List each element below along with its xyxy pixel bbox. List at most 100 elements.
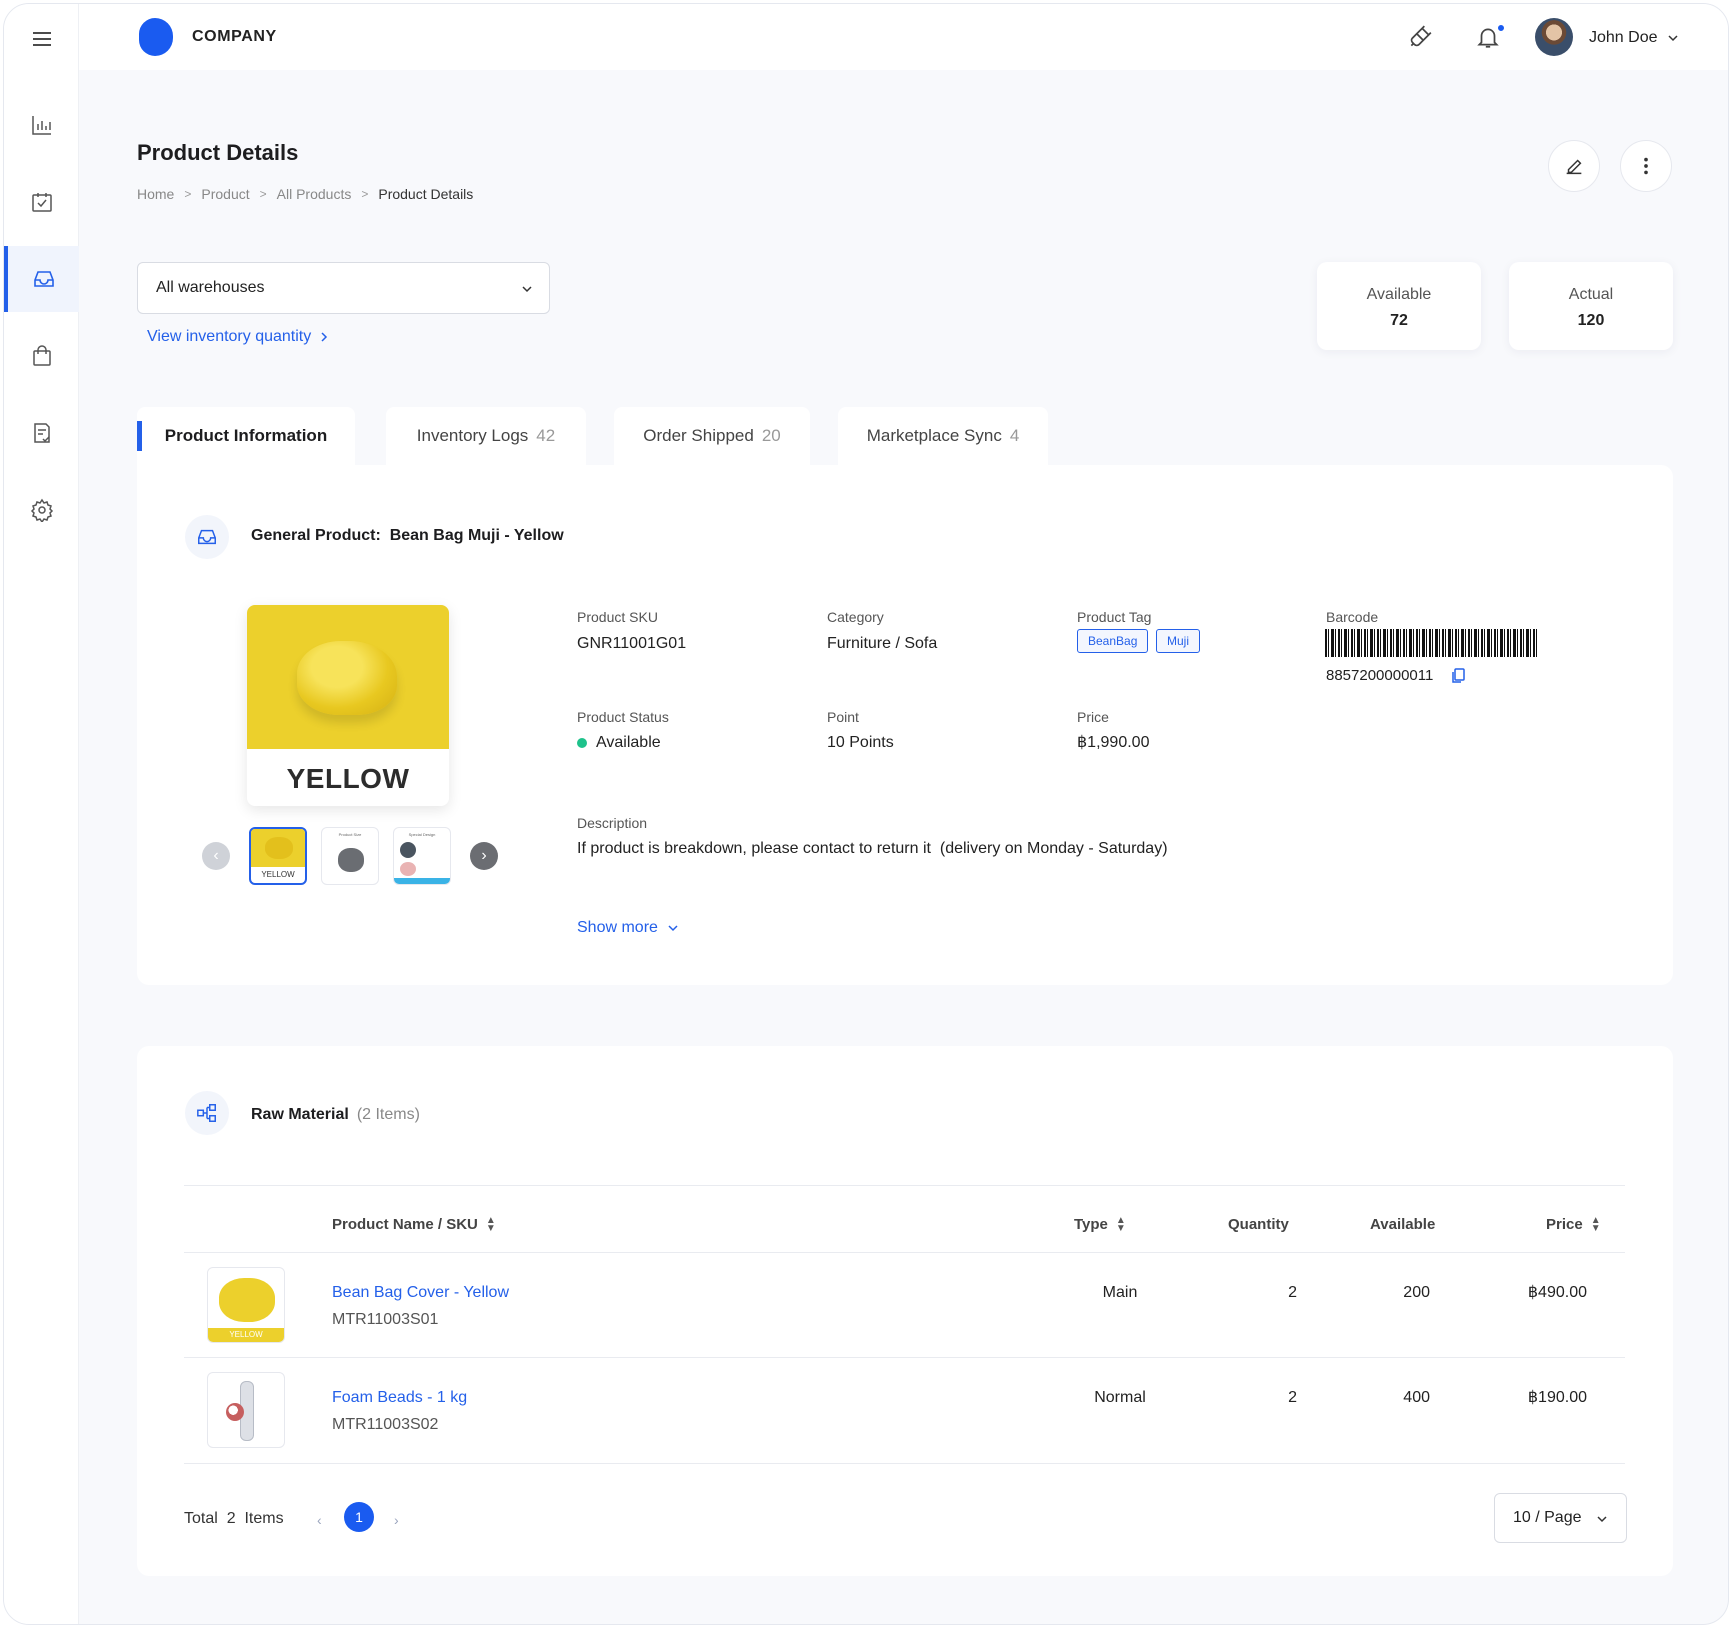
company-name: COMPANY [192,28,277,45]
point-value: 10 Points [827,734,894,751]
shopping-bag-icon[interactable] [4,323,79,389]
material-name-link[interactable]: Foam Beads - 1 kg [332,1389,467,1407]
material-type: Normal [1094,1389,1146,1406]
available-label: Available [1366,286,1432,303]
chevron-down-icon [668,925,678,932]
material-sku: MTR11003S01 [332,1311,439,1328]
calendar-check-icon[interactable] [4,169,79,235]
material-name-link[interactable]: Bean Bag Cover - Yellow [332,1284,509,1302]
column-product-name[interactable]: Product Name / SKU ▲ ▼ [332,1215,496,1233]
chevron-right-icon: > [184,187,192,201]
material-sku: MTR11003S02 [332,1416,439,1433]
page-title: Product Details [137,140,299,165]
pagination-total: Total 2 Items [184,1510,284,1528]
tab-marketplace-sync[interactable]: Marketplace Sync 4 [838,407,1048,465]
table-divider [184,1185,1625,1186]
breadcrumb-current: Product Details [378,186,474,202]
breadcrumb-home[interactable]: Home [137,186,174,202]
tab-inventory-logs[interactable]: Inventory Logs 42 [386,407,586,465]
sort-icon: ▲ ▼ [1115,1214,1126,1234]
tab-count: 20 [761,426,781,445]
items-label: Items [244,1510,284,1527]
tab-order-shipped[interactable]: Order Shipped 20 [614,407,810,465]
chevron-down-icon[interactable] [1667,32,1679,44]
user-name[interactable]: John Doe [1589,29,1658,47]
actual-value: 120 [1577,312,1605,329]
product-thumbnail[interactable]: Special Design [393,827,451,885]
column-label: Type [1074,1216,1108,1233]
raw-material-title: Raw Material (2 Items) [251,1106,420,1124]
row-thumbnail-caption: YELLOW [208,1328,284,1342]
tag-label: Product Tag [1077,609,1152,625]
view-inventory-link[interactable]: View inventory quantity [147,328,329,346]
breadcrumb-product[interactable]: Product [201,186,249,202]
tag-badge[interactable]: Muji [1156,629,1201,653]
thumbnail-caption: Product Size [338,832,362,837]
warehouse-select[interactable]: All warehouses [137,262,550,314]
column-price[interactable]: Price ▲ ▼ [1546,1214,1601,1234]
next-page-button[interactable]: › [394,1512,399,1528]
thumbnail-caption: YELLOW [261,870,295,879]
more-options-button[interactable] [1620,140,1672,192]
pencil-icon [1566,159,1582,175]
prev-page-button[interactable]: ‹ [317,1512,322,1528]
page-size-value: 10 / Page [1513,1509,1582,1526]
breadcrumb-all-products[interactable]: All Products [277,186,352,202]
chevron-down-icon [1597,1516,1607,1523]
edit-button[interactable] [1548,140,1600,192]
page-size-select[interactable]: 10 / Page [1494,1493,1627,1543]
price-value: ฿1,990.00 [1077,734,1150,751]
page-1-button[interactable]: 1 [344,1502,374,1532]
app-window: COMPANY John Doe Product Details Home > … [3,3,1729,1625]
report-icon[interactable] [4,400,79,466]
tab-product-information[interactable]: Product Information [137,407,355,465]
sort-icon: ▲ ▼ [1590,1214,1601,1234]
material-type: Main [1102,1284,1138,1301]
plug-icon[interactable] [1407,24,1433,50]
available-stat-card: Available 72 [1317,262,1481,350]
hierarchy-icon [185,1091,229,1135]
more-vertical-icon [1644,157,1648,175]
material-available: 400 [1403,1389,1430,1406]
notification-dot [1497,24,1505,32]
price-label: Price [1077,709,1109,725]
status-value: Available [596,734,661,751]
carousel-prev-button[interactable]: ‹ [202,842,230,870]
product-thumbnail[interactable]: Product Size [321,827,379,885]
chart-icon[interactable] [4,92,79,158]
menu-icon[interactable] [4,6,79,72]
product-thumbnail[interactable]: YELLOW [249,827,307,885]
view-inventory-label: View inventory quantity [147,328,312,345]
carousel-next-button[interactable]: › [470,842,498,870]
inbox-icon[interactable] [4,246,79,312]
column-label: Quantity [1228,1216,1289,1233]
column-label: Available [1370,1216,1436,1233]
show-more-link[interactable]: Show more [577,919,678,937]
show-more-label: Show more [577,919,658,936]
sku-value: GNR11001G01 [577,635,687,652]
material-price: ฿490.00 [1527,1284,1587,1301]
product-info-card: General Product: Bean Bag Muji - Yellow … [137,465,1673,985]
avatar[interactable] [1535,18,1573,56]
material-available: 200 [1403,1284,1430,1301]
tab-count: 42 [536,426,556,445]
settings-icon[interactable] [4,477,79,543]
point-label: Point [827,709,859,725]
chevron-right-icon: > [361,187,369,201]
general-product-title: General Product: Bean Bag Muji - Yellow [251,527,564,545]
company-logo[interactable] [139,18,173,56]
tag-badge[interactable]: BeanBag [1077,629,1149,653]
status-label: Product Status [577,709,669,725]
sku-label: Product SKU [577,609,658,625]
barcode-number: 8857200000011 [1326,667,1434,684]
general-product-prefix: General Product: [251,527,381,544]
available-value: 72 [1390,312,1408,329]
sidebar [4,4,79,1624]
inbox-icon [185,515,229,559]
column-quantity: Quantity [1228,1216,1289,1233]
column-type[interactable]: Type ▲ ▼ [1074,1214,1126,1234]
actual-stat-card: Actual 120 [1509,262,1673,350]
copy-icon[interactable] [1451,668,1465,684]
chevron-down-icon [522,286,532,293]
breadcrumb: Home > Product > All Products > Product … [137,186,473,202]
